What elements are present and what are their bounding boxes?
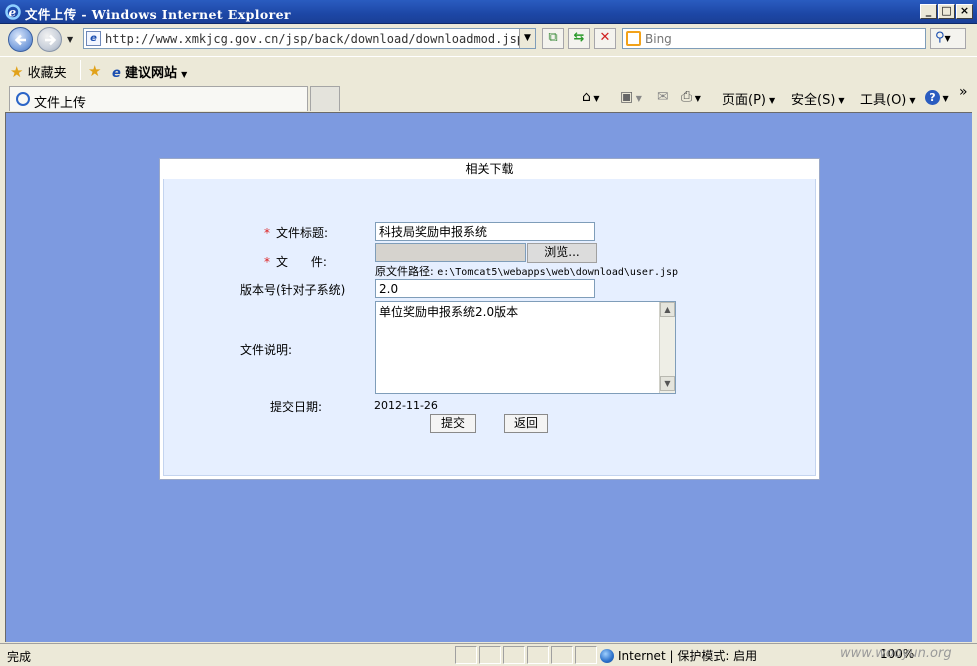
tab-ie-icon xyxy=(16,92,30,106)
page-viewport: 相关下载 * 文件标题: * 文 件: 浏览... 原文件路径: e:\Tomcat… xyxy=(5,112,972,642)
refresh-icon: ⇆ xyxy=(573,30,585,45)
description-label: 文件说明: xyxy=(240,343,293,357)
page-menu[interactable]: 页面(P) ▼ xyxy=(722,89,775,108)
version-label: 版本号(针对子系统) xyxy=(240,283,346,297)
print-icon: ⎙ xyxy=(681,89,693,105)
status-pane xyxy=(455,646,477,664)
suggested-sites-button[interactable]: e 建议网站 ▼ xyxy=(112,62,187,81)
tools-menu[interactable]: 工具(O) ▼ xyxy=(860,89,916,108)
refresh-button[interactable]: ⇆ xyxy=(568,28,590,49)
new-tab-button[interactable] xyxy=(310,86,340,111)
page-icon: e xyxy=(86,31,101,46)
form-title: 相关下载 xyxy=(163,162,816,179)
feeds-icon: ▣ xyxy=(620,89,634,105)
favorites-separator xyxy=(80,60,81,80)
back-button-form[interactable]: 返回 xyxy=(504,414,548,433)
add-favorite-button[interactable]: ★ xyxy=(88,62,101,80)
address-toolbar: ▼ e http://www.xmkjcg.gov.cn/jsp/back/do… xyxy=(0,24,977,54)
favorites-bar: ★ 收藏夹 ★ e 建议网站 ▼ xyxy=(0,56,977,82)
search-input[interactable] xyxy=(645,31,915,46)
window-titlebar: e 文件上传 - Windows Internet Explorer _ □ × xyxy=(0,0,977,24)
mail-button[interactable]: ✉ xyxy=(657,89,669,105)
zone-text: Internet | 保护模式: 启用 xyxy=(618,649,758,663)
search-field[interactable] xyxy=(622,28,926,49)
stop-button[interactable]: ✕ xyxy=(594,28,616,49)
file-label-row: * 文 件: xyxy=(264,253,327,270)
watermark: www.wooyun.org xyxy=(840,646,952,661)
bing-icon xyxy=(626,31,641,46)
minimize-button[interactable]: _ xyxy=(920,4,937,19)
safety-menu-label: 安全(S) xyxy=(791,93,836,108)
file-title-input[interactable] xyxy=(375,222,595,241)
address-dropdown[interactable]: ▼ xyxy=(519,29,535,48)
home-button[interactable]: ⌂ ▼ xyxy=(582,89,600,105)
tab-command-bar: 文件上传 ⌂ ▼ ▣ ▼ ✉ ⎙ ▼ 页面(P) ▼ 安全(S) ▼ 工具(O) ▼ … xyxy=(0,84,977,112)
date-label: 提交日期: xyxy=(270,400,323,414)
browse-button[interactable]: 浏览... xyxy=(527,243,597,263)
status-pane xyxy=(503,646,525,664)
status-pane xyxy=(479,646,501,664)
search-icon: ⚲ xyxy=(935,30,945,45)
forward-button[interactable] xyxy=(37,27,62,52)
version-input[interactable] xyxy=(375,279,595,298)
tab-label: 文件上传 xyxy=(34,96,87,111)
window-title: 文件上传 - Windows Internet Explorer xyxy=(25,7,291,22)
more-commands-chevron-icon[interactable]: » xyxy=(959,84,968,100)
suggested-sites-label: 建议网站 xyxy=(124,66,177,81)
status-bar: 完成 Internet | 保护模式: 启用 100% xyxy=(0,643,977,666)
original-path-row: 原文件路径: e:\Tomcat5\webapps\web\download\u… xyxy=(375,263,678,279)
file-title-label-row: * 文件标题: xyxy=(264,224,328,241)
safety-menu[interactable]: 安全(S) ▼ xyxy=(791,89,845,108)
status-pane xyxy=(551,646,573,664)
security-zone[interactable]: Internet | 保护模式: 启用 xyxy=(600,647,757,664)
date-value: 2012-11-26 xyxy=(374,399,438,412)
add-favorite-icon: ★ xyxy=(88,62,102,80)
star-icon: ★ xyxy=(10,63,24,81)
close-window-button[interactable]: × xyxy=(956,4,973,19)
required-marker: * xyxy=(264,255,270,269)
mail-icon: ✉ xyxy=(657,89,669,105)
help-button[interactable]: ? ▼ xyxy=(925,89,949,105)
scroll-up-icon[interactable]: ▲ xyxy=(660,302,675,317)
status-pane xyxy=(575,646,597,664)
tools-menu-label: 工具(O) xyxy=(860,93,907,108)
status-text: 完成 xyxy=(7,650,32,664)
help-icon: ? xyxy=(925,90,940,105)
forward-arrow-icon xyxy=(45,34,57,46)
globe-icon xyxy=(600,649,614,663)
feeds-button[interactable]: ▣ ▼ xyxy=(620,89,642,105)
file-path-field[interactable] xyxy=(375,243,526,262)
compat-view-icon: ⧉ xyxy=(548,30,558,45)
tab-file-upload[interactable]: 文件上传 xyxy=(9,86,308,111)
back-arrow-icon xyxy=(14,34,26,46)
favorites-label: 收藏夹 xyxy=(27,66,67,81)
back-button[interactable] xyxy=(8,27,33,52)
page-menu-label: 页面(P) xyxy=(722,93,766,108)
description-scrollbar[interactable]: ▲ ▼ xyxy=(659,302,675,393)
address-url[interactable]: http://www.xmkjcg.gov.cn/jsp/back/downlo… xyxy=(105,32,531,46)
status-pane xyxy=(527,646,549,664)
file-label: 文 件: xyxy=(276,255,327,269)
favorites-button[interactable]: ★ 收藏夹 xyxy=(10,62,67,81)
home-icon: ⌂ xyxy=(582,89,591,105)
recent-pages-dropdown[interactable]: ▼ xyxy=(67,35,73,44)
compat-view-button[interactable]: ⧉ xyxy=(542,28,564,49)
description-textarea-frame: 单位奖励申报系统2.0版本 ▲ ▼ xyxy=(375,301,676,394)
suggested-sites-icon: e xyxy=(112,66,121,81)
submit-button[interactable]: 提交 xyxy=(430,414,476,433)
search-button[interactable]: ⚲▼ xyxy=(930,28,966,49)
print-button[interactable]: ⎙ ▼ xyxy=(681,89,701,105)
maximize-button[interactable]: □ xyxy=(938,4,955,19)
description-textarea[interactable]: 单位奖励申报系统2.0版本 xyxy=(376,302,658,393)
download-form-panel: 相关下载 * 文件标题: * 文 件: 浏览... 原文件路径: e:\Tomcat… xyxy=(159,158,820,480)
file-title-label: 文件标题: xyxy=(276,226,329,240)
original-path-label: 原文件路径: xyxy=(375,265,434,278)
address-field[interactable]: e http://www.xmkjcg.gov.cn/jsp/back/down… xyxy=(83,28,536,49)
ie-logo-icon: e xyxy=(5,4,21,20)
scroll-down-icon[interactable]: ▼ xyxy=(660,376,675,391)
svg-text:e: e xyxy=(9,6,17,20)
original-path-value: e:\Tomcat5\webapps\web\download\user.jsp xyxy=(437,267,679,278)
stop-icon: ✕ xyxy=(599,30,611,45)
required-marker: * xyxy=(264,226,270,240)
